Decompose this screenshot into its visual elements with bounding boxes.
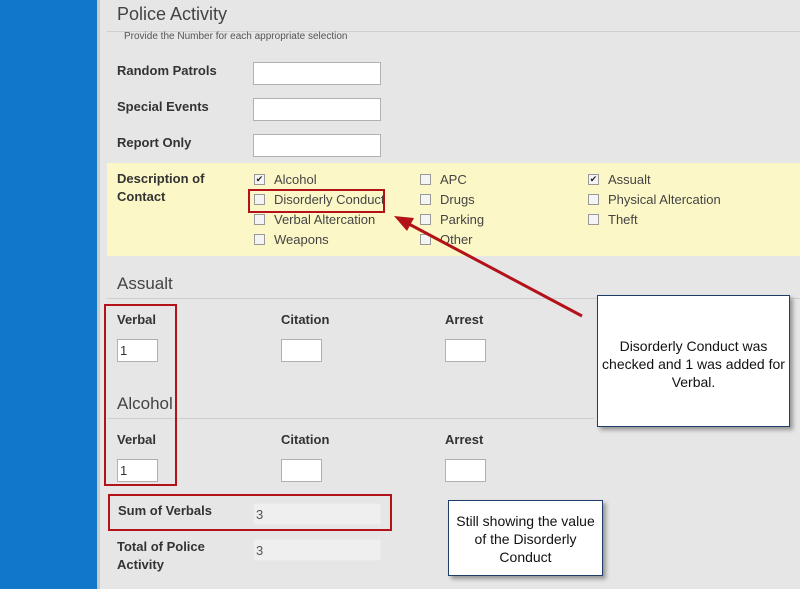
callout-disorderly-conduct-checked: Disorderly Conduct was checked and 1 was… (597, 295, 790, 427)
callout-still-showing: Still showing the value of the Disorderl… (448, 500, 603, 576)
